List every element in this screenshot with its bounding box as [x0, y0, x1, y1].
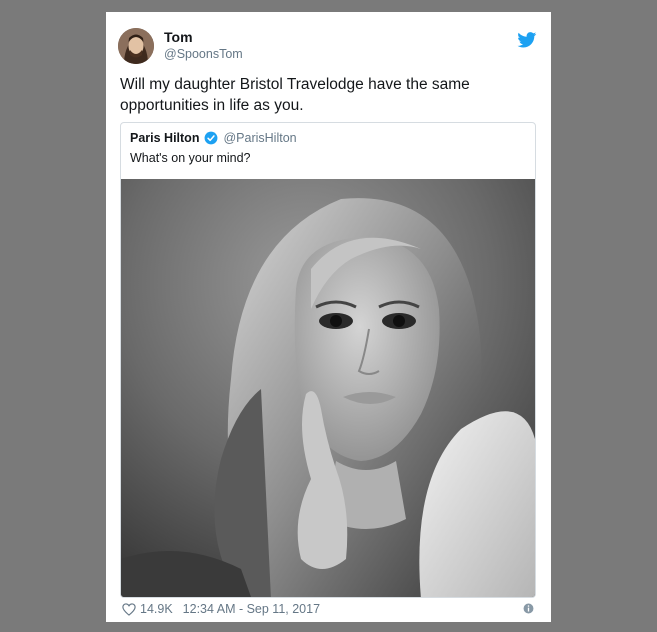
portrait-photo[interactable]: [121, 179, 535, 597]
likes-count[interactable]: 14.9K: [140, 602, 173, 616]
verified-badge-icon: [205, 131, 218, 145]
quoted-tweet-header: Paris Hilton @ParisHilton: [130, 131, 297, 145]
avatar[interactable]: [118, 28, 154, 64]
quoted-tweet-text: What's on your mind?: [130, 151, 251, 165]
tweet-text: Will my daughter Bristol Travelodge have…: [120, 76, 470, 114]
author-name[interactable]: Tom: [164, 29, 193, 45]
quoted-author-handle[interactable]: @ParisHilton: [223, 131, 296, 145]
tweet-footer: 14.9K 12:34 AM - Sep 11, 2017: [122, 599, 536, 619]
twitter-bird-icon[interactable]: [517, 32, 537, 48]
avatar-image: [118, 28, 154, 64]
timestamp[interactable]: 12:34 AM - Sep 11, 2017: [183, 602, 320, 616]
heart-outline-icon[interactable]: [122, 602, 136, 616]
author-handle[interactable]: @SpoonsTom: [164, 47, 243, 61]
tweet-card: Tom @SpoonsTom Will my daughter Bristol …: [106, 12, 551, 622]
quoted-tweet[interactable]: Paris Hilton @ParisHilton What's on your…: [120, 122, 536, 598]
info-icon[interactable]: [523, 603, 534, 614]
quoted-author-name[interactable]: Paris Hilton: [130, 131, 199, 145]
